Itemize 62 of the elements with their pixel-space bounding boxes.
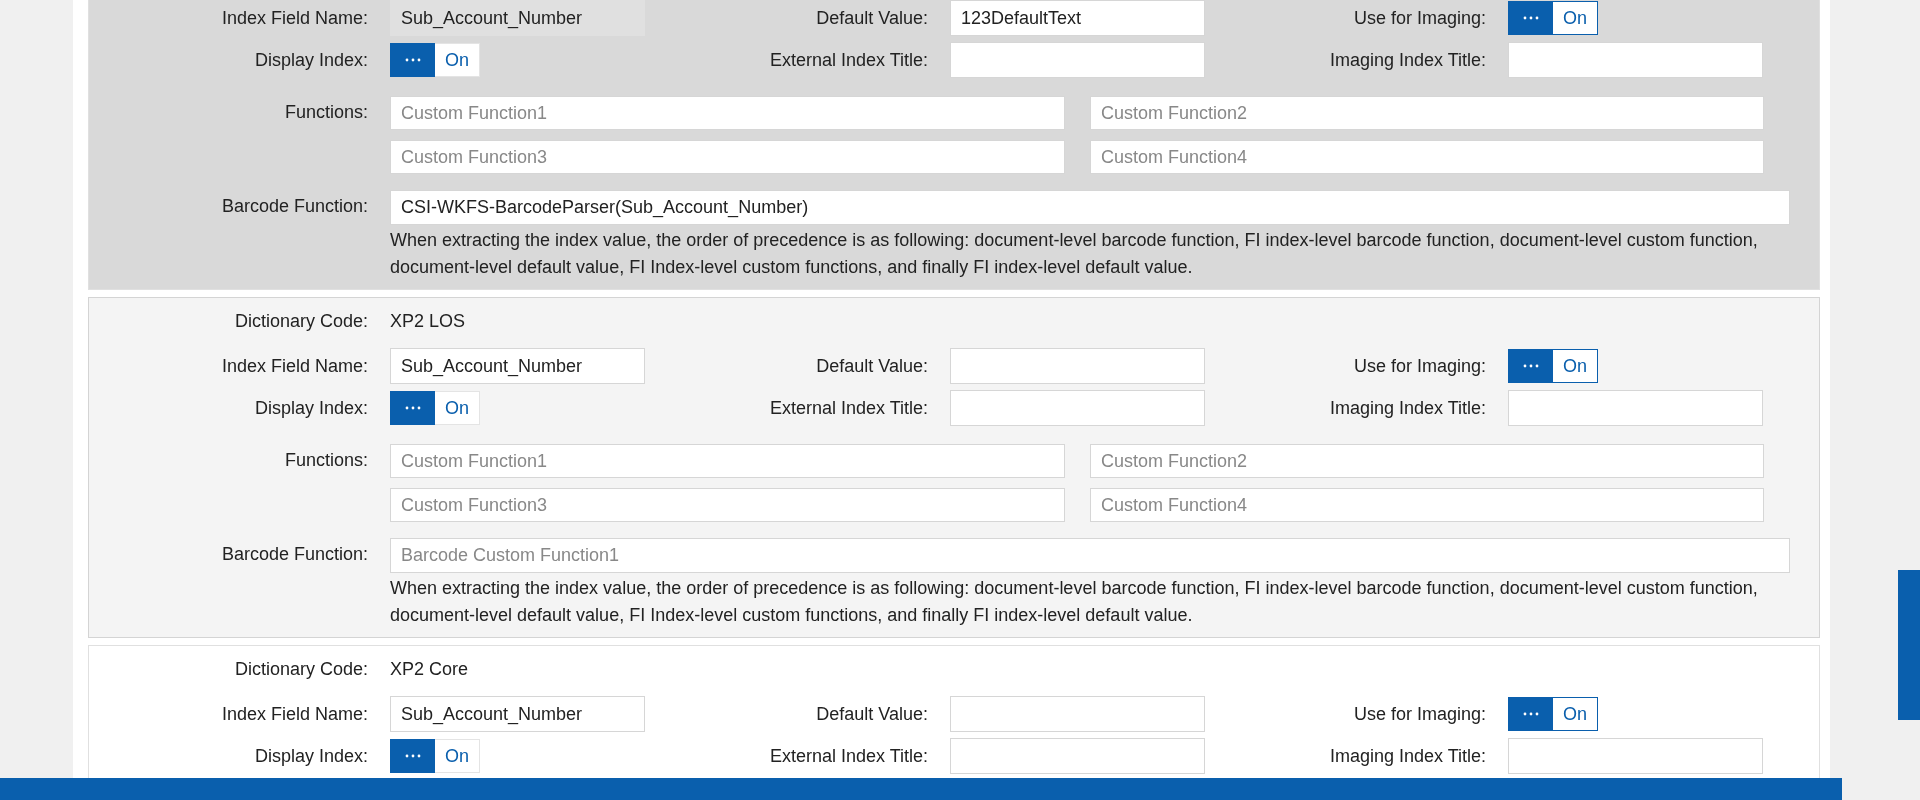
field-label: Index Field Name: [220,7,368,29]
help-text: When extracting the index value, the order of precedence is as following: document-level barcode function, FI index-level barcode function, document-level custom function, document-level default value, FI Index-level custom functions, and finally FI index-level default value. [390,577,1759,627]
field-label: Use for Imaging: [1352,355,1486,377]
input-field[interactable]: Custom Function1 [390,96,1065,130]
input-field[interactable]: Custom Function1 [390,444,1065,478]
dots-icon [1522,364,1539,368]
input-field[interactable]: Custom Function2 [1090,96,1764,130]
field-label: Imaging Index Title: [1328,49,1486,71]
input-field[interactable]: CSI-WKFS-BarcodeParser(Sub_Account_Number) [390,190,1790,225]
toggle-switch[interactable]: On [1508,1,1598,35]
input-field[interactable] [950,42,1205,78]
field-label: Imaging Index Title: [1328,397,1486,419]
field-label: External Index Title: [768,49,928,71]
field-value: XP2 LOS [390,310,467,332]
field-label: Barcode Function: [220,543,368,565]
input-field[interactable]: 123DefaultText [950,0,1205,36]
dots-icon [1522,712,1539,716]
toggle-switch[interactable]: On [1508,697,1598,731]
input-field[interactable] [950,738,1205,774]
field-label: Index Field Name: [220,703,368,725]
field-label: Default Value: [815,355,928,377]
field-label: Barcode Function: [220,195,368,217]
input-field[interactable]: Custom Function4 [1090,140,1764,174]
field-value: XP2 Core [390,658,470,680]
field-label: Functions: [283,101,368,123]
field-label: Default Value: [815,703,928,725]
field-label: Dictionary Code: [233,310,368,332]
toggle-switch[interactable]: On [390,43,480,77]
dots-icon [404,58,421,62]
input-field[interactable]: Custom Function4 [1090,488,1764,522]
toggle-switch[interactable]: On [390,739,480,773]
input-field[interactable] [1508,42,1763,78]
field-label: Use for Imaging: [1352,7,1486,29]
field-label: Functions: [283,449,368,471]
field-label: External Index Title: [768,745,928,767]
dots-icon [404,754,421,758]
toggle-switch[interactable]: On [1508,349,1598,383]
input-field[interactable] [1508,738,1763,774]
input-field[interactable] [950,348,1205,384]
field-label: Index Field Name: [220,355,368,377]
input-field[interactable]: Barcode Custom Function1 [390,538,1790,573]
input-field[interactable]: Sub_Account_Number [390,348,645,384]
input-field[interactable]: Custom Function3 [390,140,1065,174]
input-field[interactable]: Sub_Account_Number [390,696,645,732]
input-field[interactable] [950,696,1205,732]
dots-icon [1522,16,1539,20]
input-field[interactable]: Custom Function3 [390,488,1065,522]
field-label: Display Index: [253,49,368,71]
field-label: Display Index: [253,397,368,419]
field-label: Default Value: [815,7,928,29]
field-label: Imaging Index Title: [1328,745,1486,767]
toggle-switch[interactable]: On [390,391,480,425]
field-label: Use for Imaging: [1352,703,1486,725]
dots-icon [404,406,421,410]
input-field[interactable]: Custom Function2 [1090,444,1764,478]
input-field[interactable] [1508,390,1763,426]
field-label: External Index Title: [768,397,928,419]
input-field[interactable] [950,390,1205,426]
side-tab[interactable] [1898,570,1920,720]
field-label: Dictionary Code: [233,658,368,680]
help-text: When extracting the index value, the order of precedence is as following: document-level barcode function, FI index-level barcode function, document-level custom function, document-level default value, FI Index-level custom functions, and finally FI index-level default value. [390,229,1759,279]
field-label: Display Index: [253,745,368,767]
